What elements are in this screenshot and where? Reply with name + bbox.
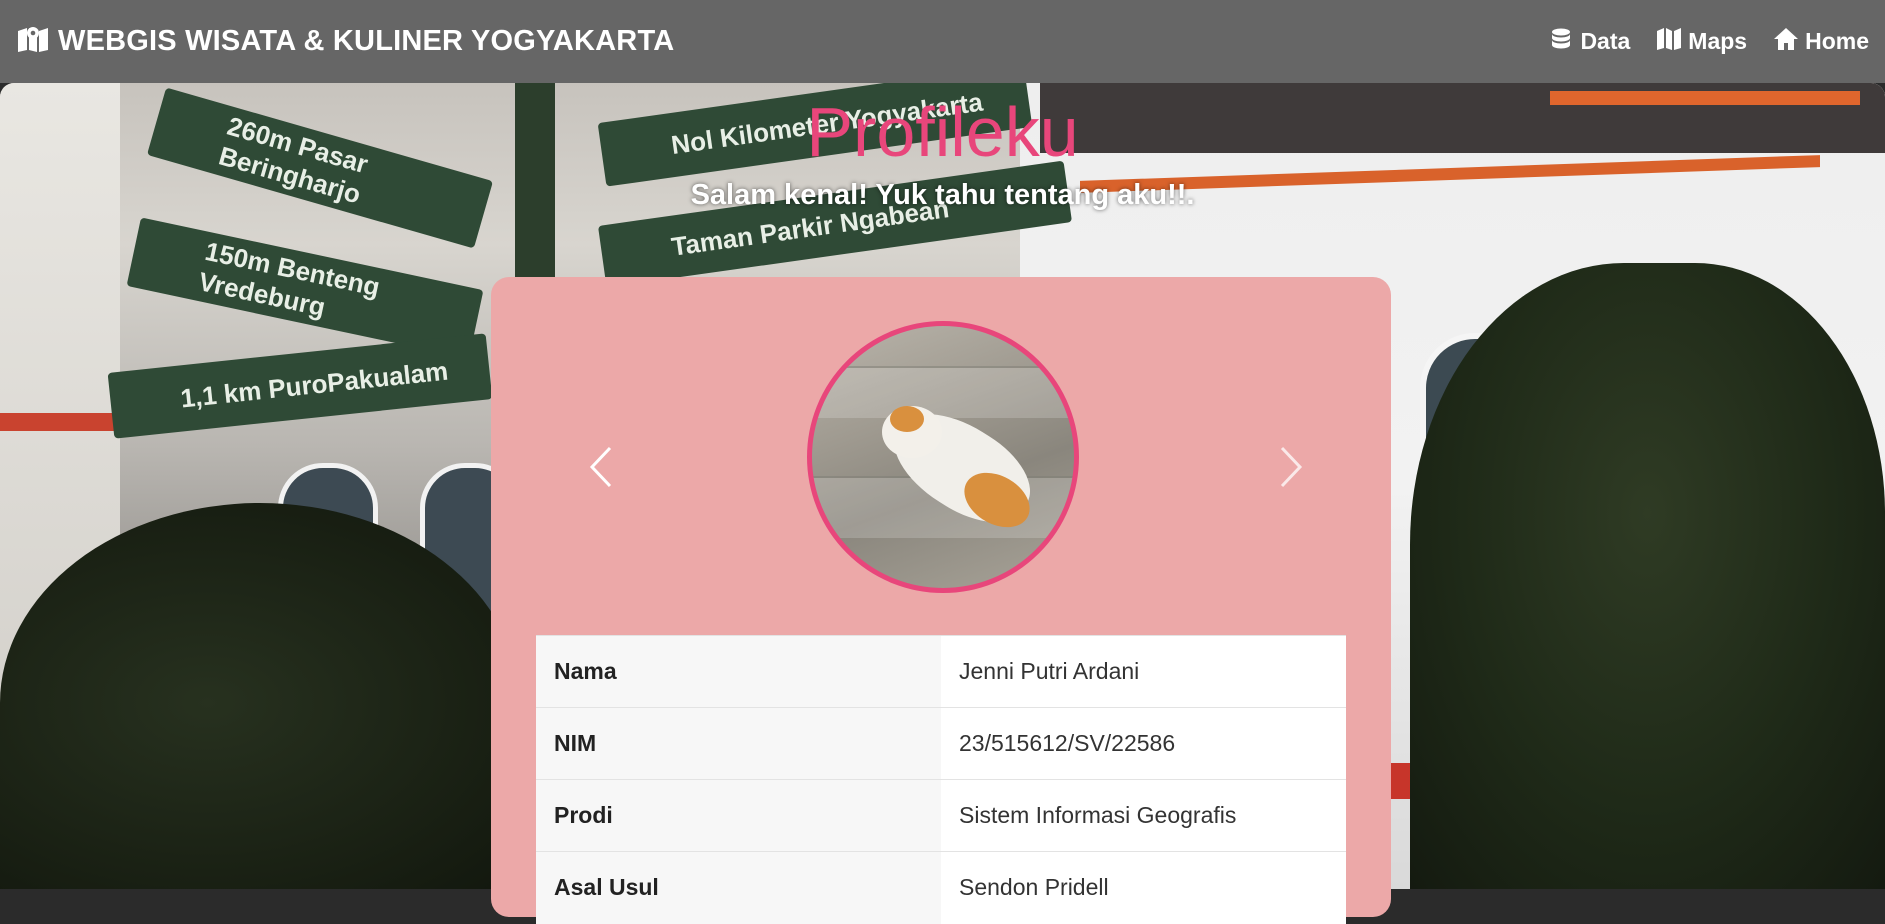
database-icon [1548, 27, 1574, 57]
street-sign: 150m Benteng Vredeburg [126, 217, 484, 359]
tree [1410, 263, 1885, 889]
table-row: NIM 23/515612/SV/22586 [536, 707, 1346, 780]
row-key: Nama [536, 635, 941, 708]
profile-card: Nama Jenni Putri Ardani NIM 23/515612/SV… [491, 277, 1391, 924]
row-key: Asal Usul [536, 851, 941, 924]
page-header: Profileku Salam kenal! Yuk tahu tentang … [0, 83, 1885, 212]
street-sign: 1,1 km PuroPakualam [107, 333, 493, 439]
row-value: Sendon Pridell [941, 851, 1346, 924]
page-subtitle: Salam kenal! Yuk tahu tentang aku!!. [690, 179, 1195, 211]
profile-table: Nama Jenni Putri Ardani NIM 23/515612/SV… [536, 635, 1346, 924]
nav-data-label: Data [1580, 28, 1631, 54]
nav-links: Data Maps Home [1548, 27, 1869, 57]
map-icon [1656, 27, 1682, 57]
row-key: Prodi [536, 779, 941, 852]
photo-detail [812, 366, 1074, 418]
carousel-prev-button[interactable] [581, 437, 621, 497]
table-row: Prodi Sistem Informasi Geografis [536, 779, 1346, 852]
sign-text: 1,1 km PuroPakualam [179, 355, 450, 413]
profile-photo [807, 321, 1079, 593]
tree [0, 503, 520, 889]
nav-home-label: Home [1805, 28, 1869, 54]
sign-text: 150m Benteng Vredeburg [196, 235, 383, 323]
page-title: Profileku [806, 93, 1079, 171]
nav-home[interactable]: Home [1773, 27, 1869, 57]
nav-data[interactable]: Data [1548, 27, 1630, 57]
row-value: Jenni Putri Ardani [941, 635, 1346, 708]
map-location-icon [16, 23, 50, 61]
brand-title: WEBGIS WISATA & KULINER YOGYAKARTA [58, 25, 675, 57]
carousel-next-button[interactable] [1271, 437, 1311, 497]
row-value: 23/515612/SV/22586 [941, 707, 1346, 780]
home-icon [1773, 27, 1799, 57]
row-value: Sistem Informasi Geografis [941, 779, 1346, 852]
navbar: WEBGIS WISATA & KULINER YOGYAKARTA Data … [0, 0, 1885, 83]
photo-detail [890, 406, 924, 432]
chevron-left-icon [589, 446, 612, 488]
table-row: Nama Jenni Putri Ardani [536, 635, 1346, 708]
row-key: NIM [536, 707, 941, 780]
decor-band [0, 413, 120, 431]
table-row: Asal Usul Sendon Pridell [536, 851, 1346, 924]
chevron-right-icon [1280, 446, 1303, 488]
nav-maps-label: Maps [1688, 28, 1748, 54]
brand[interactable]: WEBGIS WISATA & KULINER YOGYAKARTA [16, 23, 674, 61]
nav-maps[interactable]: Maps [1656, 27, 1747, 57]
